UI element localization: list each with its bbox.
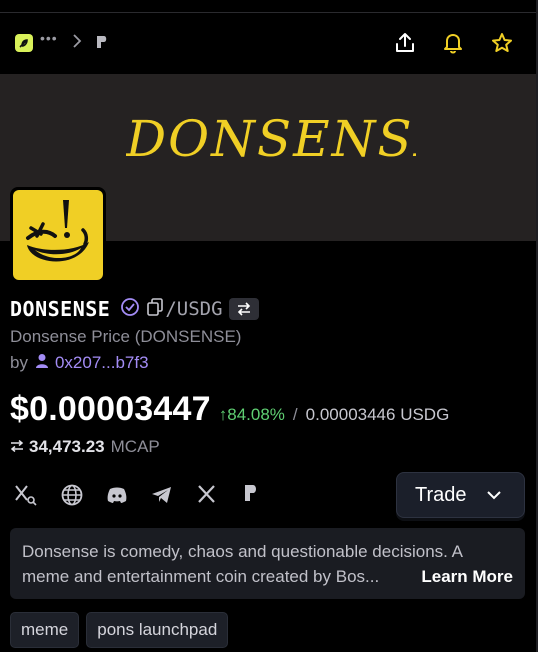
token-subtitle: Donsense Price (DONSENSE) bbox=[10, 327, 242, 346]
swap-arrows-icon bbox=[237, 302, 250, 316]
swap-arrows-icon bbox=[10, 437, 24, 457]
x-search-icon[interactable] bbox=[15, 484, 37, 511]
verified-icon bbox=[120, 297, 140, 322]
bell-icon[interactable] bbox=[443, 32, 463, 59]
mcap-value: 34,473.23 bbox=[29, 437, 105, 456]
copy-icon[interactable] bbox=[147, 297, 164, 321]
svg-text:DONSENSE: DONSENSE bbox=[126, 110, 416, 168]
token-avatar bbox=[10, 187, 106, 283]
description-line-1: Donsense is comedy, chaos and questionab… bbox=[22, 542, 464, 561]
price-separator: / bbox=[292, 405, 298, 424]
app-logo-icon[interactable] bbox=[15, 34, 33, 52]
banner-wordmark: DONSENSE bbox=[126, 110, 416, 168]
token-header: DONSENSE /USDG bbox=[10, 297, 259, 321]
mcap-label: MCAP bbox=[110, 437, 160, 456]
pair-label: /USDG bbox=[165, 298, 223, 320]
social-links bbox=[15, 484, 275, 506]
swap-pair-button[interactable] bbox=[228, 298, 259, 320]
creator-row: by 0x207...b7f3 bbox=[10, 353, 149, 373]
discord-icon[interactable] bbox=[106, 484, 128, 511]
learn-more-link[interactable]: Learn More bbox=[415, 564, 513, 589]
price-row: $0.00003447 ↑84.08% / 0.00003446 USDG bbox=[10, 390, 449, 429]
creator-address-link[interactable]: 0x207...b7f3 bbox=[55, 353, 149, 373]
pons-icon[interactable] bbox=[244, 484, 258, 507]
avatar-face-icon bbox=[13, 190, 103, 280]
user-icon bbox=[35, 353, 49, 373]
navbar: ••• bbox=[0, 24, 538, 64]
price-value: $0.00003447 bbox=[10, 390, 211, 428]
tag-list: meme pons launchpad bbox=[10, 612, 229, 648]
pons-p-icon[interactable] bbox=[96, 35, 108, 54]
star-icon[interactable] bbox=[491, 32, 513, 59]
chevron-right-icon bbox=[71, 34, 83, 53]
price-change: ↑84.08% bbox=[218, 405, 285, 424]
more-dots[interactable]: ••• bbox=[40, 30, 58, 46]
trade-button[interactable]: Trade bbox=[396, 472, 525, 518]
telegram-icon[interactable] bbox=[151, 484, 173, 511]
chevron-down-icon bbox=[486, 488, 502, 506]
token-name: DONSENSE bbox=[10, 297, 111, 321]
trade-label: Trade bbox=[415, 483, 467, 506]
price-usdg: 0.00003446 USDG bbox=[305, 405, 450, 424]
by-label: by bbox=[10, 353, 28, 372]
x-icon[interactable] bbox=[197, 484, 217, 509]
mcap-row: 34,473.23 MCAP bbox=[10, 437, 160, 457]
share-icon[interactable] bbox=[395, 32, 415, 59]
tag-meme[interactable]: meme bbox=[10, 612, 80, 648]
tag-pons-launchpad[interactable]: pons launchpad bbox=[86, 612, 229, 648]
globe-icon[interactable] bbox=[61, 484, 83, 511]
description-box: Donsense is comedy, chaos and questionab… bbox=[10, 528, 525, 599]
top-divider bbox=[0, 12, 538, 13]
